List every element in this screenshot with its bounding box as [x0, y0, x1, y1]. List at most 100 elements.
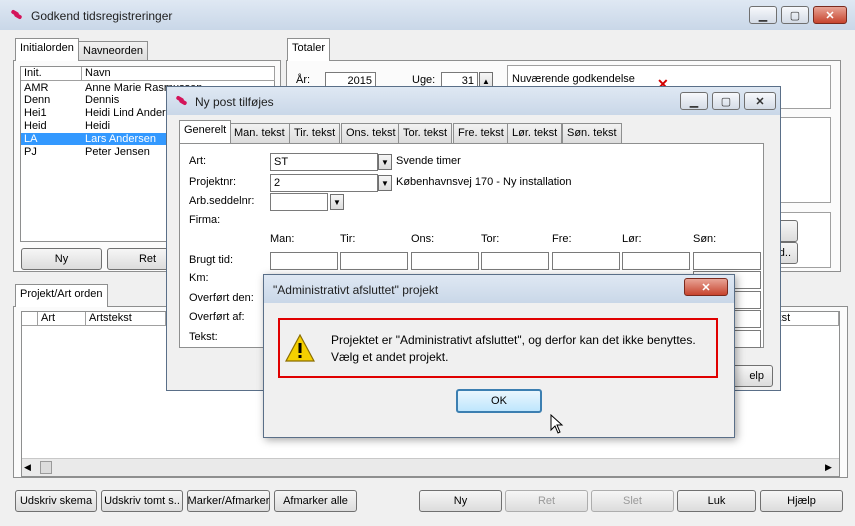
projektnr-description: Københavnsvej 170 - Ny installation — [396, 176, 572, 188]
grid-header-blank — [22, 312, 38, 326]
close-button[interactable]: ✕ — [813, 6, 847, 24]
scroll-right-icon[interactable]: ▶ — [825, 462, 832, 473]
day-label-tir: Tir: — [340, 233, 356, 245]
scroll-left-icon[interactable]: ◀ — [24, 462, 31, 473]
udskriv-skema-button[interactable]: Udskriv skema — [15, 490, 97, 512]
tab-initialorden[interactable]: Initialorden — [15, 38, 79, 61]
tab-tir-tekst[interactable]: Tir. tekst — [289, 123, 341, 143]
day-label-man: Man: — [270, 233, 295, 245]
alert-message-box: Projektet er "Administrativt afsluttet",… — [278, 318, 718, 378]
marker-afmarker-label: Marker/Afmarker — [187, 495, 270, 507]
bottom-ny-button[interactable]: Ny — [419, 490, 502, 512]
art-dropdown[interactable]: ▼ — [378, 154, 392, 170]
minimize-icon: ▁ — [689, 95, 699, 108]
udskriv-skema-label: Udskriv skema — [19, 495, 93, 507]
godkendelse-label: Nuværende godkendelse — [512, 73, 635, 85]
list-header-navn[interactable]: Navn — [82, 67, 275, 81]
marker-afmarker-button[interactable]: Marker/Afmarker — [187, 490, 270, 512]
close-icon: ✕ — [755, 95, 765, 108]
tekst-label: Tekst: — [189, 331, 218, 343]
overfort-af-label: Overført af: — [189, 311, 245, 323]
arbseddelnr-dropdown[interactable]: ▼ — [330, 194, 344, 210]
tab-navneorden[interactable]: Navneorden — [78, 41, 148, 61]
left-ny-button[interactable]: Ny — [21, 248, 102, 270]
tab-son-tekst[interactable]: Søn. tekst — [562, 123, 622, 143]
uge-label: Uge: — [412, 74, 436, 86]
maximize-icon: ▢ — [720, 95, 732, 108]
afmarker-alle-label: Afmarker alle — [283, 495, 348, 507]
tab-lor-tekst[interactable]: Lør. tekst — [507, 123, 563, 143]
close-icon: ✕ — [701, 281, 711, 294]
brugt-tid-man[interactable] — [270, 252, 338, 270]
udskriv-tomt-label: Udskriv tomt s.. — [104, 495, 180, 507]
dropdown-arrow-icon: ▼ — [381, 157, 389, 167]
brugt-tid-label: Brugt tid: — [189, 254, 234, 266]
dialog-maximize-button[interactable]: ▢ — [712, 92, 740, 110]
bottom-hjaelp-button[interactable]: Hjælp — [760, 490, 843, 512]
dialog-logo-icon — [176, 96, 188, 105]
brugt-tid-tor[interactable] — [481, 252, 549, 270]
tab-man-tekst[interactable]: Man. tekst — [229, 123, 290, 143]
bottom-ret-button[interactable]: Ret — [505, 490, 588, 512]
maximize-icon: ▢ — [789, 9, 801, 22]
dropdown-arrow-icon: ▼ — [333, 197, 341, 207]
list-cell-init: PJ — [24, 146, 37, 158]
list-cell-init: Denn — [24, 94, 51, 106]
brugt-tid-ons[interactable] — [411, 252, 479, 270]
udskriv-tomt-button[interactable]: Udskriv tomt s.. — [101, 490, 183, 512]
bottom-slet-button[interactable]: Slet — [591, 490, 674, 512]
afmarker-alle-button[interactable]: Afmarker alle — [274, 490, 357, 512]
tab-fre-tekst[interactable]: Fre. tekst — [453, 123, 509, 143]
main-titlebar[interactable]: Godkend tidsregistreringer ▁ ▢ ✕ — [0, 0, 855, 30]
list-cell-init: AMR — [24, 82, 49, 94]
bottom-luk-label: Luk — [707, 495, 726, 507]
tab-generelt[interactable]: Generelt — [179, 120, 232, 143]
overfort-den-label: Overført den: — [189, 292, 254, 304]
projektnr-field[interactable]: 2 — [270, 174, 378, 192]
maximize-button[interactable]: ▢ — [781, 6, 809, 24]
tab-totaler[interactable]: Totaler — [287, 38, 331, 61]
bottom-ny-label: Ny — [453, 495, 468, 507]
main-title: Godkend tidsregistreringer — [31, 9, 173, 23]
list-cell-init: Heid — [24, 120, 47, 132]
grid-header-artstekst[interactable]: Artstekst — [86, 312, 166, 326]
aar-label: År: — [296, 74, 311, 86]
alert-titlebar[interactable]: "Administrativt afsluttet" projekt ✕ — [264, 275, 734, 303]
alert-title: "Administrativt afsluttet" projekt — [273, 283, 439, 297]
arbseddelnr-label: Arb.seddelnr: — [189, 195, 255, 207]
alert-close-button[interactable]: ✕ — [684, 278, 728, 296]
spinner-arrows-icon: ▲ — [482, 76, 490, 86]
list-cell-navn: Lars Andersen — [85, 133, 156, 145]
ny-post-titlebar[interactable]: Ny post tilføjes ▁ ▢ ✕ — [167, 87, 780, 115]
ny-post-title: Ny post tilføjes — [195, 95, 274, 109]
brugt-tid-fre[interactable] — [552, 252, 620, 270]
dialog-close-button[interactable]: ✕ — [744, 92, 776, 110]
bottom-luk-button[interactable]: Luk — [677, 490, 756, 512]
grid-hscrollbar[interactable]: ◀ ▶ — [22, 458, 839, 476]
scroll-thumb[interactable] — [40, 461, 52, 474]
app-logo-icon — [11, 10, 23, 19]
arbseddelnr-field[interactable] — [270, 193, 328, 211]
alert-message-line1: Projektet er "Administrativt afsluttet",… — [331, 333, 696, 347]
list-cell-navn: Dennis — [85, 94, 120, 106]
brugt-tid-son[interactable] — [693, 252, 761, 270]
list-header-init[interactable]: Init. — [21, 67, 82, 81]
dropdown-arrow-icon: ▼ — [381, 178, 389, 188]
tab-projekt-art-orden[interactable]: Projekt/Art orden — [15, 284, 108, 307]
art-field[interactable]: ST — [270, 153, 378, 171]
grid-header-art[interactable]: Art — [38, 312, 86, 326]
art-description: Svende timer — [396, 155, 461, 167]
dialog-minimize-button[interactable]: ▁ — [680, 92, 708, 110]
day-label-fre: Fre: — [552, 233, 572, 245]
tab-tor-tekst[interactable]: Tor. tekst — [398, 123, 453, 143]
mouse-cursor-icon — [550, 413, 564, 434]
minimize-icon: ▁ — [758, 9, 768, 22]
brugt-tid-tir[interactable] — [340, 252, 408, 270]
tab-ons-tekst[interactable]: Ons. tekst — [341, 123, 401, 143]
projektnr-dropdown[interactable]: ▼ — [378, 175, 392, 191]
ok-button[interactable]: OK — [456, 389, 542, 413]
brugt-tid-lor[interactable] — [622, 252, 690, 270]
firma-label: Firma: — [189, 214, 221, 226]
minimize-button[interactable]: ▁ — [749, 6, 777, 24]
close-icon: ✕ — [825, 9, 835, 22]
